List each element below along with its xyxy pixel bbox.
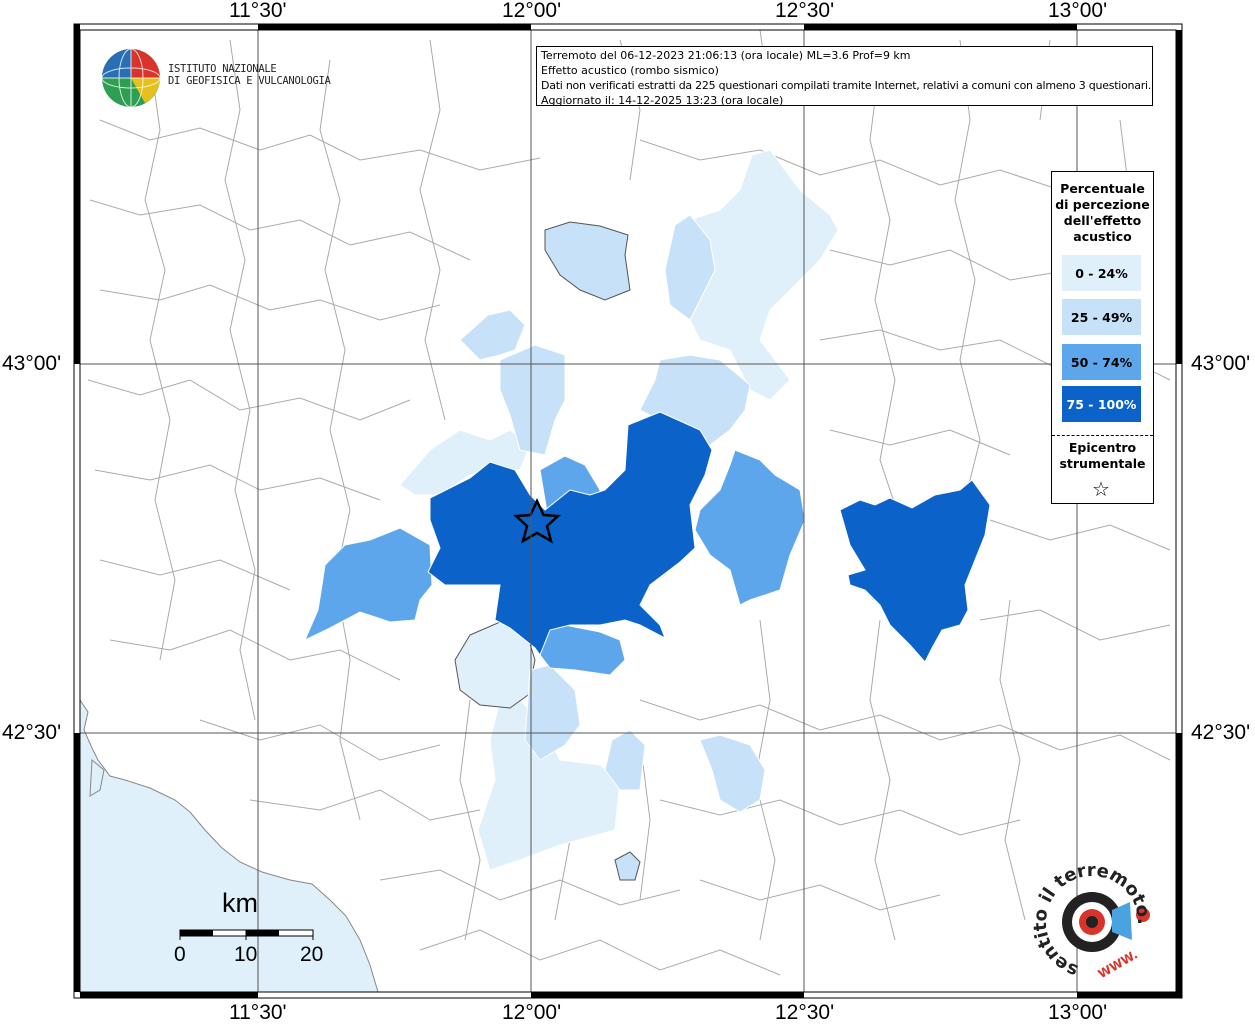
event-info-box: Terremoto del 06-12-2023 21:06:13 (ora l… bbox=[536, 46, 1153, 107]
event-info-line-1: Terremoto del 06-12-2023 21:06:13 (ora l… bbox=[541, 49, 911, 62]
legend: Percentuale di percezione dell'effetto a… bbox=[1051, 171, 1154, 504]
event-info-line-4: Aggiornato il: 14-12-2025 13:23 (ora loc… bbox=[541, 94, 784, 107]
lon-tick-bottom-4: 13°00' bbox=[1048, 1001, 1108, 1024]
legend-class-1: 0 - 24% bbox=[1062, 255, 1141, 291]
institution-line-1: ISTITUTO NAZIONALE bbox=[168, 63, 277, 75]
lon-tick-top-3: 12°30' bbox=[775, 0, 835, 22]
legend-title-line: dell'effetto bbox=[1063, 213, 1142, 228]
institution-name: ISTITUTO NAZIONALE DI GEOFISICA E VULCAN… bbox=[168, 63, 331, 87]
lat-tick-right-2: 42°30' bbox=[1191, 721, 1251, 744]
legend-title-line: acustico bbox=[1073, 229, 1132, 244]
lon-tick-bottom-3: 12°30' bbox=[775, 1001, 835, 1024]
legend-title-line: di percezione bbox=[1055, 197, 1150, 212]
lon-tick-bottom-1: 11°30' bbox=[229, 1001, 287, 1024]
scale-label-0: 0 bbox=[174, 943, 186, 966]
legend-class-4: 75 - 100% bbox=[1062, 386, 1141, 422]
legend-class-2: 25 - 49% bbox=[1062, 299, 1141, 335]
legend-epicenter-line: strumentale bbox=[1059, 456, 1146, 471]
lon-tick-top-2: 12°00' bbox=[502, 0, 562, 22]
legend-divider bbox=[1052, 435, 1153, 436]
lon-tick-top-1: 11°30' bbox=[229, 0, 287, 22]
legend-epicenter-label: Epicentro strumentale bbox=[1052, 440, 1153, 472]
event-info-line-3: Dati non verificati estratti da 225 ques… bbox=[541, 79, 1152, 92]
legend-title-line: Percentuale bbox=[1060, 181, 1145, 196]
scale-unit: km bbox=[222, 888, 258, 918]
institution-line-2: DI GEOFISICA E VULCANOLOGIA bbox=[168, 75, 331, 87]
legend-star-icon: ☆ bbox=[1092, 477, 1110, 501]
lat-tick-left-2: 42°30' bbox=[2, 721, 62, 744]
lat-tick-right-1: 43°00' bbox=[1191, 352, 1251, 375]
svg-text:WWW.: WWW. bbox=[1096, 947, 1140, 981]
lon-tick-top-4: 13°00' bbox=[1048, 0, 1108, 22]
lon-tick-bottom-2: 12°00' bbox=[502, 1001, 562, 1024]
legend-title: Percentuale di percezione dell'effetto a… bbox=[1052, 181, 1153, 245]
ingv-logo-icon bbox=[101, 48, 161, 108]
scale-label-20: 20 bbox=[300, 943, 324, 966]
legend-epicenter-line: Epicentro bbox=[1068, 440, 1137, 455]
hai-sentito-logo-icon: sentito il terremoto.it WWW. bbox=[1030, 860, 1154, 981]
legend-class-3: 50 - 74% bbox=[1062, 344, 1141, 380]
scale-label-10: 10 bbox=[234, 943, 258, 966]
lat-tick-left-1: 43°00' bbox=[2, 352, 62, 375]
event-info-line-2: Effetto acustico (rombo sismico) bbox=[541, 64, 719, 77]
